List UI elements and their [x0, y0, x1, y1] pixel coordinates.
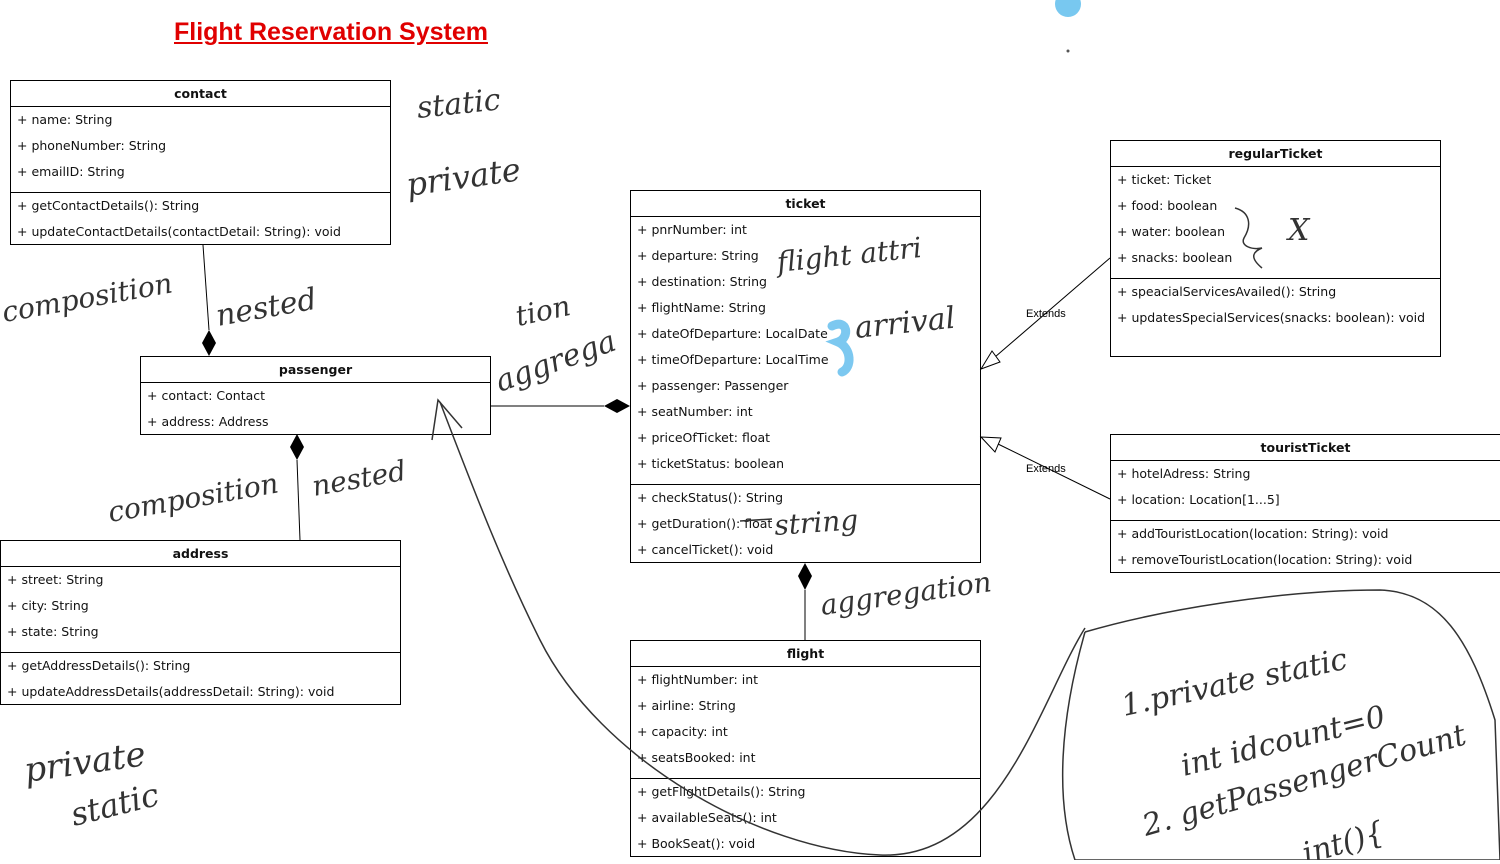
method: + cancelTicket(): void	[637, 542, 774, 557]
methods-section: + speacialServicesAvailed(): String + up…	[1111, 279, 1440, 338]
methods-section: + getFlightDetails(): String + available…	[631, 779, 980, 864]
class-name: address	[1, 541, 400, 567]
attribute: + passenger: Passenger	[637, 378, 789, 393]
note-composition-1: composition	[0, 266, 175, 328]
attribute: + city: String	[7, 598, 89, 613]
methods-section: + checkStatus(): String + getDuration():…	[631, 485, 980, 570]
method: + getFlightDetails(): String	[637, 784, 806, 799]
note-nested-1: nested	[213, 282, 319, 334]
class-tourist-ticket[interactable]: touristTicket + hotelAdress: String + lo…	[1110, 434, 1500, 573]
composition-diamond-contact	[202, 330, 216, 356]
method: + removeTouristLocation(location: String…	[1117, 552, 1413, 567]
page-title: Flight Reservation System	[174, 18, 488, 46]
note-line-3: 2. getPassengerCount	[1138, 718, 1471, 844]
methods-section: + addTouristLocation(location: String): …	[1111, 521, 1500, 580]
note-tion: tion	[513, 289, 574, 333]
attribute: + street: String	[7, 572, 104, 587]
method: + getAddressDetails(): String	[7, 658, 191, 673]
methods-section: + getContactDetails(): String + updateCo…	[11, 193, 390, 252]
composition-line-address	[296, 459, 301, 541]
class-ticket[interactable]: ticket + pnrNumber: int + departure: Str…	[630, 190, 981, 563]
attribute: + pnrNumber: int	[637, 222, 747, 237]
method: + getContactDetails(): String	[17, 198, 200, 213]
extends-arrow-tourist	[979, 436, 1002, 453]
class-address[interactable]: address + street: String + city: String …	[0, 540, 401, 705]
class-passenger[interactable]: passenger + contact: Contact + address: …	[140, 356, 491, 435]
attribute: + flightNumber: int	[637, 672, 759, 687]
method: + BookSeat(): void	[637, 836, 756, 851]
methods-section: + getAddressDetails(): String + updateAd…	[1, 653, 400, 712]
class-name: passenger	[141, 357, 490, 383]
method: + updateContactDetails(contactDetail: St…	[17, 224, 341, 239]
attributes-section: + pnrNumber: int + departure: String + d…	[631, 217, 980, 485]
method: + updateAddressDetails(addressDetail: St…	[7, 684, 335, 699]
attribute: + departure: String	[637, 248, 759, 263]
attributes-section: + ticket: Ticket + food: boolean + water…	[1111, 167, 1440, 279]
note-private-bottom: private	[22, 734, 149, 791]
attributes-section: + street: String + city: String + state:…	[1, 567, 400, 653]
class-regular-ticket[interactable]: regularTicket + ticket: Ticket + food: b…	[1110, 140, 1441, 357]
class-contact[interactable]: contact + name: String + phoneNumber: St…	[10, 80, 391, 245]
attribute: + timeOfDeparture: LocalTime	[637, 352, 829, 367]
note-composition-2: composition	[105, 466, 280, 528]
attribute: + ticket: Ticket	[1117, 172, 1212, 187]
class-name: regularTicket	[1111, 141, 1440, 167]
attribute: + hotelAdress: String	[1117, 466, 1251, 481]
attribute: + address: Address	[147, 414, 269, 429]
method: + availableSeats(): int	[637, 810, 777, 825]
composition-line-contact	[202, 244, 210, 331]
note-aggrega: aggrega	[491, 324, 621, 400]
attribute: + phoneNumber: String	[17, 138, 167, 153]
method: + updatesSpecialServices(snacks: boolean…	[1117, 310, 1426, 325]
attribute: + capacity: int	[637, 724, 728, 739]
attribute: + airline: String	[637, 698, 736, 713]
attribute: + priceOfTicket: float	[637, 430, 771, 445]
attribute: + emailID: String	[17, 164, 125, 179]
attribute: + food: boolean	[1117, 198, 1218, 213]
method: + checkStatus(): String	[637, 490, 784, 505]
attribute: + ticketStatus: boolean	[637, 456, 785, 471]
note-private-top: private	[404, 150, 523, 204]
attributes-section: + flightNumber: int + airline: String + …	[631, 667, 980, 779]
attribute: + seatNumber: int	[637, 404, 753, 419]
attribute: + destination: String	[637, 274, 767, 289]
ink-blob	[1055, 0, 1081, 17]
note-static-top: static	[415, 82, 502, 126]
class-name: touristTicket	[1111, 435, 1500, 461]
note-line-2: int idcount=0	[1177, 699, 1388, 784]
note-aggregation: aggregation	[818, 565, 993, 622]
attribute: + name: String	[17, 112, 113, 127]
note-static-bottom: static	[67, 775, 163, 834]
attribute: + seatsBooked: int	[637, 750, 756, 765]
extends-line-regular	[994, 257, 1111, 358]
attribute: + contact: Contact	[147, 388, 266, 403]
attributes-section: + contact: Contact + address: Address	[141, 383, 490, 442]
note-outline	[1061, 589, 1500, 860]
composition-diamond-ticket	[604, 399, 630, 413]
note-line-1: 1.private static	[1118, 642, 1350, 724]
note-line-4: int(){	[1299, 815, 1389, 860]
attribute: + dateOfDeparture: LocalDate	[637, 326, 828, 341]
extends-arrow-regular	[979, 350, 1001, 370]
extends-label-regular: Extends	[1026, 308, 1066, 320]
attribute: + snacks: boolean	[1117, 250, 1233, 265]
method: + getDuration(): float	[637, 516, 773, 531]
ink-dot	[1066, 49, 1070, 53]
attribute: + water: boolean	[1117, 224, 1226, 239]
extends-line-tourist	[997, 443, 1111, 500]
attributes-section: + hotelAdress: String + location: Locati…	[1111, 461, 1500, 521]
extends-label-tourist: Extends	[1026, 463, 1066, 475]
attribute: + location: Location[1...5]	[1117, 492, 1280, 507]
method: + addTouristLocation(location: String): …	[1117, 526, 1389, 541]
note-nested-2: nested	[309, 454, 408, 503]
attribute: + state: String	[7, 624, 99, 639]
attributes-section: + name: String + phoneNumber: String + e…	[11, 107, 390, 193]
class-flight[interactable]: flight + flightNumber: int + airline: St…	[630, 640, 981, 857]
attribute: + flightName: String	[637, 300, 766, 315]
class-name: contact	[11, 81, 390, 107]
class-name: flight	[631, 641, 980, 667]
class-name: ticket	[631, 191, 980, 217]
method: + speacialServicesAvailed(): String	[1117, 284, 1337, 299]
